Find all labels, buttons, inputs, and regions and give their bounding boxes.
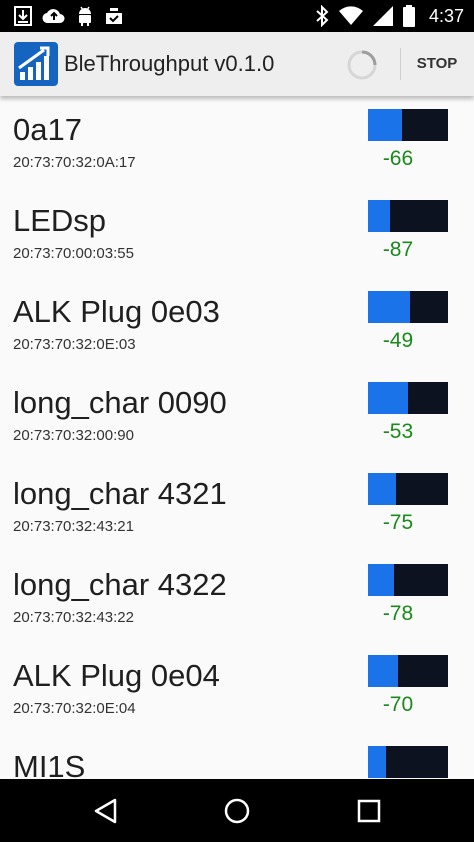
signal-meter-fill	[368, 200, 390, 232]
device-name: LEDsp	[13, 203, 107, 238]
device-address: 20:73:70:32:43:21	[13, 518, 134, 535]
signal-meter	[368, 291, 448, 323]
device-address: 20:73:70:00:03:55	[13, 245, 134, 262]
list-item[interactable]: ALK Plug 0e03 20:73:70:32:0E:03 -49	[0, 278, 474, 370]
device-list: 0a17 20:73:70:32:0A:17 -66 LEDsp 20:73:7…	[0, 96, 474, 779]
cloud-upload-icon	[42, 7, 66, 25]
rssi-value: -70	[382, 693, 414, 716]
recents-icon[interactable]	[354, 796, 384, 826]
android-icon	[76, 6, 94, 26]
stop-button[interactable]: STOP	[404, 46, 470, 82]
list-item[interactable]: ALK Plug 0e04 20:73:70:32:0E:04 -70	[0, 642, 474, 734]
action-divider	[400, 48, 401, 80]
signal-meter-fill	[368, 564, 394, 596]
signal-meter-fill	[368, 746, 386, 778]
device-name: long_char 0090	[13, 385, 227, 420]
rssi-value: -78	[382, 602, 414, 625]
device-address: 20:73:70:32:43:22	[13, 609, 134, 626]
list-item[interactable]: long_char 4321 20:73:70:32:43:21 -75	[0, 460, 474, 552]
signal-meter	[368, 655, 448, 687]
signal-meter	[368, 200, 448, 232]
signal-meter	[368, 564, 448, 596]
wifi-icon	[338, 6, 363, 26]
signal-meter-fill	[368, 473, 396, 505]
signal-meter-fill	[368, 291, 410, 323]
rssi-value: -66	[382, 147, 414, 170]
download-icon	[14, 6, 32, 26]
inbox-check-icon	[104, 7, 124, 25]
list-item[interactable]: long_char 0090 20:73:70:32:00:90 -53	[0, 369, 474, 461]
device-name: 0a17	[13, 112, 82, 147]
signal-meter-fill	[368, 655, 398, 687]
list-item[interactable]: long_char 4322 20:73:70:32:43:22 -78	[0, 551, 474, 643]
device-name: long_char 4321	[13, 476, 227, 511]
device-name: ALK Plug 0e04	[13, 658, 220, 693]
home-icon[interactable]	[222, 796, 252, 826]
device-address: 20:73:70:32:0E:03	[13, 336, 136, 353]
loading-spinner-icon	[346, 49, 378, 81]
rssi-value: -75	[382, 511, 414, 534]
list-item[interactable]: LEDsp 20:73:70:00:03:55 -87	[0, 187, 474, 279]
device-name: MI1S	[13, 749, 86, 779]
status-bar: 4:37	[0, 0, 474, 32]
signal-meter	[368, 473, 448, 505]
list-item[interactable]: MI1S	[0, 733, 474, 779]
signal-meter-fill	[368, 109, 402, 141]
device-name: long_char 4322	[13, 567, 227, 602]
app-logo-icon	[14, 42, 58, 86]
battery-icon	[402, 5, 415, 27]
signal-icon	[372, 6, 393, 26]
rssi-value: -87	[382, 238, 414, 261]
status-time: 4:37	[428, 5, 464, 26]
signal-meter	[368, 109, 448, 141]
device-address: 20:73:70:32:00:90	[13, 427, 134, 444]
back-icon[interactable]	[91, 796, 121, 826]
rssi-value: -49	[382, 329, 414, 352]
device-address: 20:73:70:32:0E:04	[13, 700, 136, 717]
rssi-value: -53	[382, 420, 414, 443]
list-item[interactable]: 0a17 20:73:70:32:0A:17 -66	[0, 96, 474, 188]
navigation-bar	[0, 779, 474, 842]
action-bar: BleThroughput v0.1.0 STOP	[0, 32, 474, 96]
app-title: BleThroughput v0.1.0	[64, 51, 275, 76]
device-address: 20:73:70:32:0A:17	[13, 154, 136, 171]
signal-meter	[368, 746, 448, 778]
bluetooth-icon	[315, 5, 329, 27]
signal-meter-fill	[368, 382, 408, 414]
device-name: ALK Plug 0e03	[13, 294, 220, 329]
signal-meter	[368, 382, 448, 414]
